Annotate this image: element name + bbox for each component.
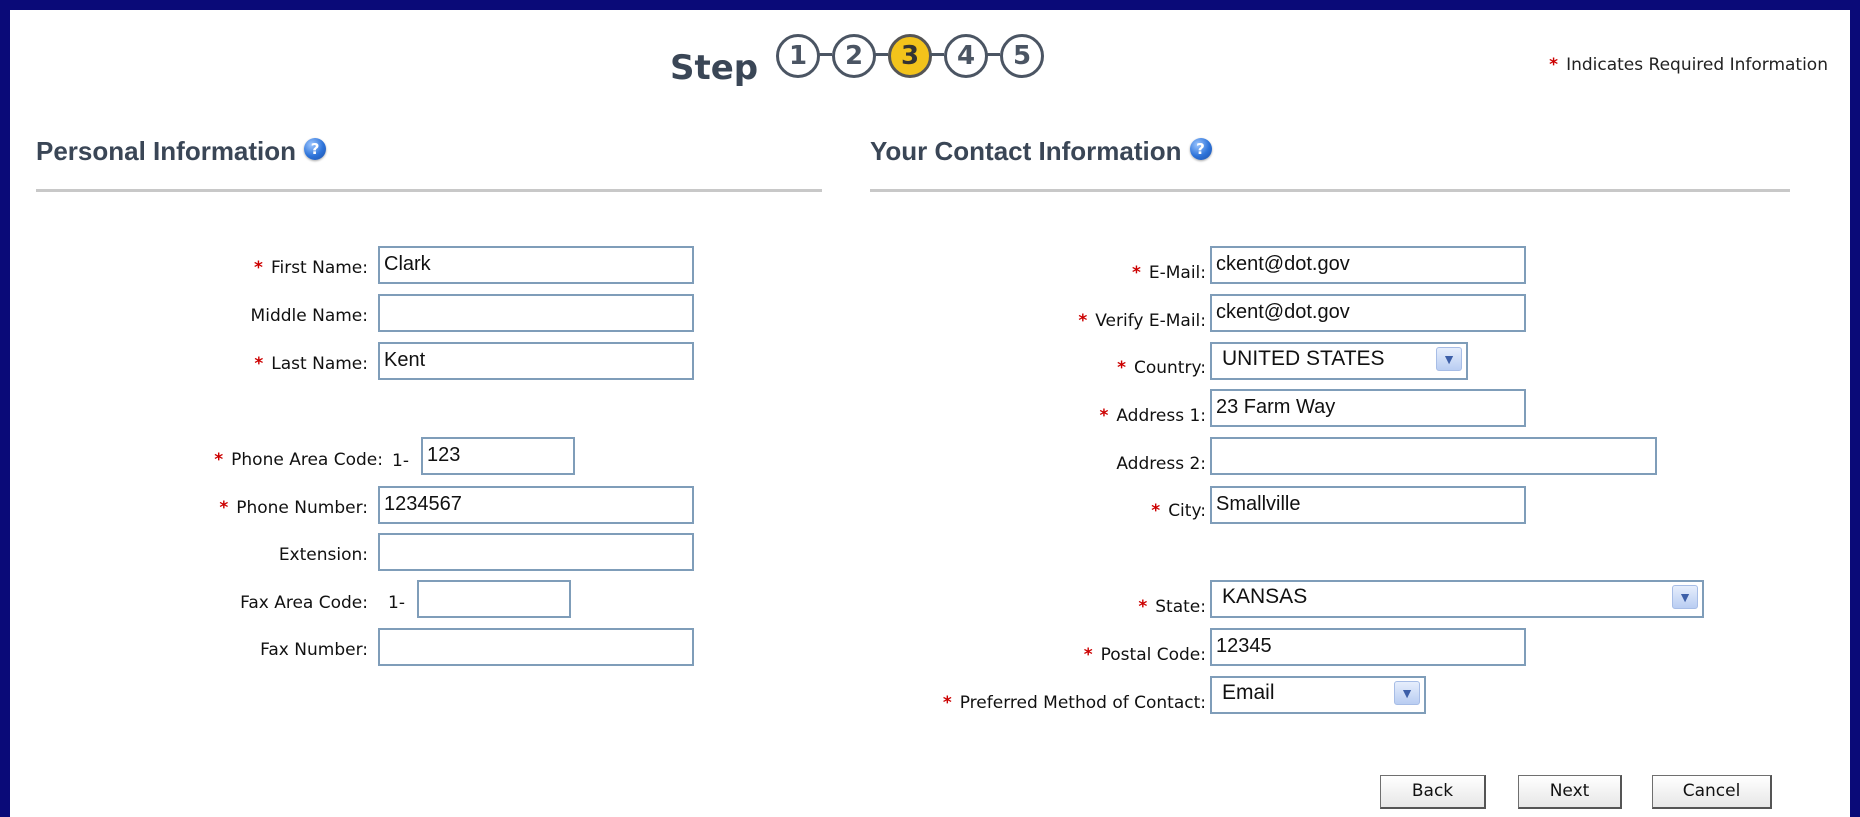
address1-label: * Address 1: — [1099, 406, 1206, 426]
address2-input[interactable] — [1210, 437, 1657, 475]
step-label: Step — [670, 48, 759, 88]
fax-number-label: Fax Number: — [260, 640, 368, 660]
phone-area-code-label: * Phone Area Code: — [214, 450, 383, 470]
address2-label: Address 2: — [1116, 454, 1206, 474]
preferred-contact-select[interactable]: Email ▼ — [1210, 676, 1426, 714]
email-label: * E-Mail: — [1131, 263, 1206, 283]
step-1: 1 — [776, 34, 820, 78]
personal-info-title: Personal Information — [36, 136, 297, 166]
verify-email-label: * Verify E-Mail: — [1078, 311, 1206, 331]
last-name-label: * Last Name: — [254, 354, 368, 374]
section-divider — [36, 189, 822, 192]
country-select[interactable]: UNITED STATES ▼ — [1210, 342, 1468, 380]
phone-country-prefix: 1- — [392, 451, 409, 471]
step-connector — [930, 53, 944, 56]
contact-info-header: Your Contact Information? — [870, 136, 1212, 167]
preferred-contact-selected-value: Email — [1222, 681, 1275, 704]
fax-area-code-label: Fax Area Code: — [240, 593, 368, 613]
extension-label: Extension: — [278, 545, 368, 565]
phone-area-code-input[interactable]: 123 — [421, 437, 575, 475]
help-question-icon[interactable]: ? — [1189, 138, 1212, 160]
state-selected-value: KANSAS — [1222, 585, 1308, 608]
first-name-input[interactable]: Clark — [378, 246, 694, 284]
city-input[interactable]: Smallville — [1210, 486, 1526, 524]
step-5: 5 — [1000, 34, 1044, 78]
next-button[interactable]: Next — [1518, 775, 1622, 809]
middle-name-input[interactable] — [378, 294, 694, 332]
required-asterisk: * — [1549, 55, 1559, 75]
step-3-current: 3 — [888, 34, 932, 78]
registration-form-page: Step 1 2 3 4 5 * Indicates Required Infor… — [10, 10, 1850, 817]
city-label: * City: — [1151, 501, 1206, 521]
required-note-text: Indicates Required Information — [1566, 55, 1828, 75]
fax-number-input[interactable] — [378, 628, 694, 666]
step-2: 2 — [832, 34, 876, 78]
help-question-icon[interactable]: ? — [304, 138, 327, 160]
fax-area-code-input[interactable] — [417, 580, 571, 618]
fax-country-prefix: 1- — [388, 593, 405, 613]
state-label: * State: — [1138, 597, 1206, 617]
verify-email-input[interactable]: ckent@dot.gov — [1210, 294, 1526, 332]
preferred-contact-label: * Preferred Method of Contact: — [942, 693, 1206, 713]
step-connector — [818, 53, 832, 56]
email-input[interactable]: ckent@dot.gov — [1210, 246, 1526, 284]
contact-info-title: Your Contact Information — [870, 136, 1182, 166]
step-connector — [874, 53, 888, 56]
chevron-down-icon[interactable]: ▼ — [1436, 347, 1462, 371]
chevron-down-icon[interactable]: ▼ — [1672, 585, 1698, 609]
phone-number-label: * Phone Number: — [219, 498, 368, 518]
postal-code-label: * Postal Code: — [1083, 645, 1206, 665]
address1-input[interactable]: 23 Farm Way — [1210, 389, 1526, 427]
back-button[interactable]: Back — [1380, 775, 1486, 809]
phone-number-input[interactable]: 1234567 — [378, 486, 694, 524]
postal-code-input[interactable]: 12345 — [1210, 628, 1526, 666]
required-info-note: * Indicates Required Information — [1549, 55, 1828, 75]
section-divider — [870, 189, 1790, 192]
cancel-button[interactable]: Cancel — [1652, 775, 1772, 809]
personal-info-header: Personal Information? — [36, 136, 327, 167]
step-indicator: 1 2 3 4 5 — [776, 34, 1096, 84]
step-4: 4 — [944, 34, 988, 78]
middle-name-label: Middle Name: — [250, 306, 368, 326]
last-name-input[interactable]: Kent — [378, 342, 694, 380]
extension-input[interactable] — [378, 533, 694, 571]
state-select[interactable]: KANSAS ▼ — [1210, 580, 1704, 618]
first-name-label: * First Name: — [254, 258, 368, 278]
chevron-down-icon[interactable]: ▼ — [1394, 681, 1420, 705]
country-label: * Country: — [1117, 358, 1206, 378]
step-connector — [986, 53, 1000, 56]
country-selected-value: UNITED STATES — [1222, 347, 1385, 370]
